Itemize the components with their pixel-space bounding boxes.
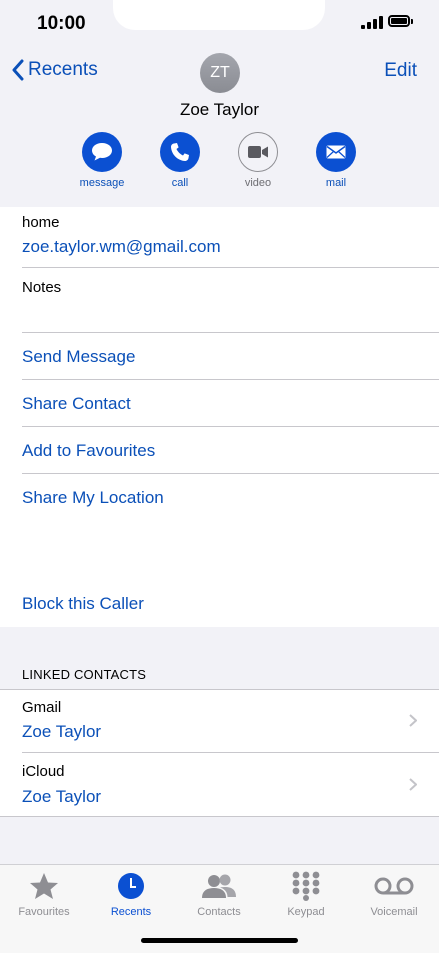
- share-location-button[interactable]: Share My Location: [22, 488, 164, 508]
- divider: [0, 689, 439, 690]
- tab-favourites[interactable]: Favourites: [4, 870, 84, 918]
- tab-label: Recents: [110, 906, 152, 918]
- divider: [22, 473, 439, 474]
- chevron-left-icon: [12, 59, 24, 81]
- message-action-label: message: [79, 177, 125, 189]
- block-caller-button[interactable]: Block this Caller: [22, 594, 144, 614]
- tab-recents[interactable]: Recents: [91, 870, 171, 918]
- divider: [22, 426, 439, 427]
- contact-name: Zoe Taylor: [179, 100, 260, 119]
- tab-contacts[interactable]: Contacts: [179, 870, 259, 918]
- bottom-spacer: [0, 817, 439, 864]
- voicemail-icon: [374, 877, 414, 895]
- device-notch: [113, 0, 325, 30]
- envelope-icon: [326, 145, 346, 159]
- clock-icon: [118, 873, 144, 899]
- avatar: ZT: [200, 53, 240, 93]
- quick-actions: message call video mail: [0, 132, 439, 192]
- add-to-favourites-button[interactable]: Add to Favourites: [22, 441, 155, 461]
- contact-header: Recents ZT Edit Zoe Taylor message call …: [0, 48, 439, 207]
- message-action-button[interactable]: message: [72, 132, 132, 189]
- call-action-label: call: [171, 177, 189, 189]
- linked-source-label: Gmail: [22, 699, 62, 716]
- email-type-label: home: [22, 214, 60, 231]
- divider: [22, 332, 439, 333]
- tab-keypad[interactable]: Keypad: [266, 870, 346, 918]
- back-button-label: Recents: [28, 59, 98, 80]
- tab-label: Keypad: [287, 906, 325, 918]
- mail-action-button[interactable]: mail: [306, 132, 366, 189]
- phone-icon: [171, 143, 189, 161]
- divider: [22, 379, 439, 380]
- message-bubble-icon: [92, 143, 112, 161]
- video-action-label: video: [244, 177, 272, 189]
- keypad-icon: [292, 871, 320, 901]
- signal-icon: [361, 16, 383, 29]
- email-address-link[interactable]: zoe.taylor.wm@gmail.com: [22, 237, 221, 257]
- tab-label: Favourites: [18, 906, 70, 918]
- linked-contacts-header: LINKED CONTACTS: [22, 667, 147, 682]
- linked-source-label: iCloud: [22, 763, 65, 780]
- status-bar: 10:00: [0, 0, 439, 48]
- divider: [22, 267, 439, 268]
- chevron-right-icon: [409, 778, 417, 791]
- video-camera-icon: [248, 146, 268, 158]
- people-icon: [202, 874, 236, 898]
- tab-label: Contacts: [197, 906, 241, 918]
- status-time: 10:00: [37, 13, 86, 34]
- battery-icon: [388, 15, 410, 27]
- divider: [22, 752, 439, 753]
- linked-contact-name[interactable]: Zoe Taylor: [22, 787, 101, 807]
- mail-action-label: mail: [325, 177, 347, 189]
- tab-label: Voicemail: [370, 906, 418, 918]
- video-action-button[interactable]: video: [228, 132, 288, 189]
- tab-voicemail[interactable]: Voicemail: [354, 870, 434, 918]
- notes-field[interactable]: Notes: [22, 279, 61, 296]
- back-button[interactable]: Recents: [12, 59, 98, 81]
- linked-contact-name[interactable]: Zoe Taylor: [22, 722, 101, 742]
- home-indicator: [141, 938, 298, 943]
- share-contact-button[interactable]: Share Contact: [22, 394, 131, 414]
- call-action-button[interactable]: call: [150, 132, 210, 189]
- edit-button[interactable]: Edit: [384, 60, 417, 82]
- chevron-right-icon: [409, 714, 417, 727]
- send-message-button[interactable]: Send Message: [22, 347, 135, 367]
- star-icon: [30, 873, 58, 899]
